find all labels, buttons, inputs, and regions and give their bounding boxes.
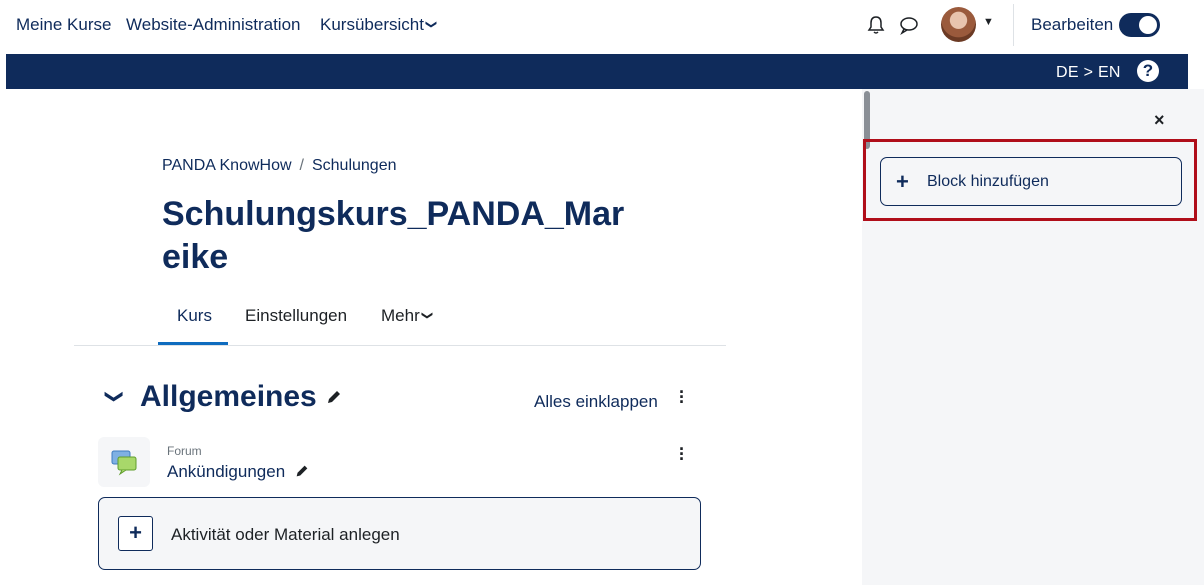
tab-settings[interactable]: Einstellungen <box>245 306 347 326</box>
add-block-button[interactable]: + Block hinzufügen <box>880 157 1182 206</box>
close-drawer-icon[interactable]: × <box>1154 110 1165 131</box>
add-activity-button[interactable]: + Aktivität oder Material anlegen <box>98 497 701 570</box>
notification-bell-icon[interactable] <box>865 14 887 36</box>
edit-pencil-icon[interactable] <box>294 463 310 479</box>
activity-type: Forum <box>167 444 202 458</box>
tab-course[interactable]: Kurs <box>177 306 212 326</box>
chevron-down-icon: ❯ <box>420 310 433 321</box>
section-collapse-chevron-icon[interactable]: ❯ <box>104 389 125 404</box>
header-band: DE > EN ? <box>6 54 1188 89</box>
section-title-label: Allgemeines <box>140 380 317 413</box>
edit-mode-label: Bearbeiten <box>1031 15 1114 34</box>
navbar-divider <box>1013 4 1014 46</box>
section-title: Allgemeines <box>140 380 343 414</box>
nav-site-admin[interactable]: Website-Administration <box>126 15 300 35</box>
plus-icon: + <box>896 169 909 194</box>
section-menu-kebab-icon[interactable]: · · · <box>679 383 685 411</box>
plus-icon: + <box>118 516 153 551</box>
breadcrumb-separator: / <box>299 157 304 174</box>
toggle-knob <box>1139 16 1157 34</box>
breadcrumb: PANDA KnowHow / Schulungen <box>162 157 397 175</box>
edit-pencil-icon[interactable] <box>325 388 343 406</box>
language-switch[interactable]: DE > EN <box>1056 64 1121 82</box>
page-title: Schulungskurs_PANDA_Mareike <box>162 195 625 276</box>
tab-more[interactable]: Mehr❯ <box>381 306 433 326</box>
collapse-all-link[interactable]: Alles einklappen <box>534 392 658 412</box>
breadcrumb-item-category[interactable]: PANDA KnowHow <box>162 157 292 174</box>
active-tab-indicator <box>158 342 228 345</box>
chevron-down-icon: ❯ <box>425 19 438 30</box>
activity-link[interactable]: Ankündigungen <box>167 462 310 482</box>
nav-course-overview-label: Kursübersicht <box>320 15 424 34</box>
nav-course-overview[interactable]: Kursübersicht❯ <box>320 15 438 35</box>
top-navbar: Meine Kurse Website-Administration Kursü… <box>0 0 1204 54</box>
activity-name: Ankündigungen <box>167 462 286 481</box>
user-menu-chevron-down-icon[interactable]: ▼ <box>983 16 994 28</box>
tab-more-label: Mehr <box>381 306 420 325</box>
forum-icon <box>98 437 150 487</box>
add-block-label: Block hinzufügen <box>927 173 1049 190</box>
nav-my-courses[interactable]: Meine Kurse <box>16 15 111 35</box>
add-activity-label: Aktivität oder Material anlegen <box>171 525 400 544</box>
activity-menu-kebab-icon[interactable]: · · · <box>679 440 685 468</box>
help-icon[interactable]: ? <box>1137 60 1159 82</box>
forum-bubbles-icon <box>111 450 137 476</box>
messages-icon[interactable] <box>898 14 920 36</box>
edit-mode-toggle[interactable] <box>1119 13 1160 37</box>
user-avatar[interactable] <box>941 7 976 42</box>
breadcrumb-item-subcategory[interactable]: Schulungen <box>312 157 397 174</box>
course-tabs: Kurs Einstellungen Mehr❯ <box>74 300 726 346</box>
